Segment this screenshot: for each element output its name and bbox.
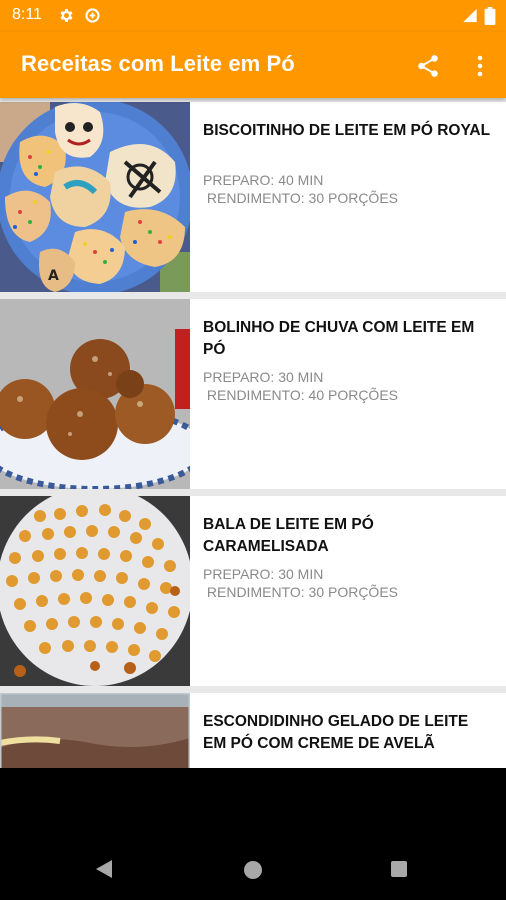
status-bar: 8:11 <box>0 0 506 32</box>
recipe-yield: RENDIMENTO: 40 PORÇÕES <box>203 387 399 403</box>
recipe-card[interactable]: A BISCOITINHO DE LEITE EM PÓ ROYAL PREPA… <box>0 102 506 292</box>
recipe-title: ESCONDIDINHO GELADO DE LEITE EM PÓ COM C… <box>203 713 469 752</box>
svg-text:A: A <box>48 268 59 284</box>
recipe-prep-time: PREPARO: 30 MIN <box>203 566 324 582</box>
more-options-button[interactable] <box>466 50 494 82</box>
app-title: Receitas com Leite em Pó <box>21 51 295 76</box>
decorated-cookies-photo: A <box>0 102 190 292</box>
recipe-card[interactable]: ESCONDIDINHO GELADO DE LEITE EM PÓ COM C… <box>0 693 506 768</box>
more-vert-icon <box>477 55 483 77</box>
fried-dough-balls-photo <box>0 299 190 489</box>
share-icon <box>418 55 438 77</box>
recipe-prep-time: PREPARO: 30 MIN <box>203 369 324 385</box>
back-icon[interactable] <box>96 860 112 878</box>
hazelnut-dessert-photo <box>0 693 190 768</box>
recipe-yield: RENDIMENTO: 30 PORÇÕES <box>203 584 399 600</box>
share-button[interactable] <box>412 50 444 82</box>
recipe-card[interactable]: BALA DE LEITE EM PÓ CARAMELISADA PREPARO… <box>0 496 506 686</box>
recipe-prep-time: PREPARO: 40 MIN <box>203 172 324 188</box>
home-icon[interactable] <box>244 861 262 879</box>
data-saver-icon <box>85 8 100 23</box>
caramel-candies-photo <box>0 496 190 686</box>
recipe-title: BISCOITINHO DE LEITE EM PÓ ROYAL <box>203 122 491 139</box>
app-bar: Receitas com Leite em Pó <box>0 32 506 98</box>
battery-icon <box>484 7 496 25</box>
recents-icon[interactable] <box>391 861 407 877</box>
signal-icon <box>463 8 477 23</box>
recipe-title: BOLINHO DE CHUVA COM LEITE EM PÓ <box>203 319 475 358</box>
gear-icon <box>60 9 73 22</box>
recipe-yield: RENDIMENTO: 30 PORÇÕES <box>203 190 399 206</box>
status-time: 8:11 <box>12 6 42 23</box>
recipe-card[interactable]: BOLINHO DE CHUVA COM LEITE EM PÓ PREPARO… <box>0 299 506 489</box>
navigation-bar <box>0 768 506 900</box>
recipe-title: BALA DE LEITE EM PÓ CARAMELISADA <box>203 516 374 555</box>
recipe-list[interactable]: A BISCOITINHO DE LEITE EM PÓ ROYAL PREPA… <box>0 98 506 768</box>
